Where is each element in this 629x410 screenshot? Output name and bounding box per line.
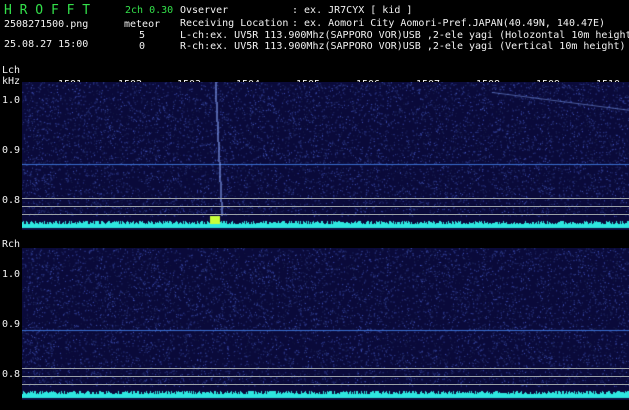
location-value: : ex. Aomori City Aomori-Pref.JAPAN(40.4… (292, 18, 606, 29)
rch-gridline (22, 384, 629, 385)
rch-gridline (22, 376, 629, 377)
lch-count: 5 (139, 30, 146, 41)
lch-waterfall (22, 82, 629, 230)
lch-setup-text: L-ch:ex. UV5R 113.900Mhz(SAPPORO VOR)USB… (180, 30, 629, 41)
lch-gridline (22, 198, 629, 199)
lch-gridline (22, 206, 629, 207)
rch-setup-text: R-ch:ex. UV5R 113.900Mhz(SAPPORO VOR)USB… (180, 41, 626, 52)
rch-gridline (22, 368, 629, 369)
lch-freq-tick: 1.0 (2, 95, 21, 106)
observer-value: : ex. JR7CYX [ kid ] (292, 5, 413, 16)
filename-label: 2508271500.png (4, 19, 89, 30)
lch-axis-label: Lch (2, 65, 21, 76)
rch-waterfall (22, 248, 629, 400)
rch-freq-tick: 1.0 (2, 269, 21, 280)
rch-freq-tick: 0.9 (2, 319, 21, 330)
datetime-label: 25.08.27 15:00 (4, 39, 89, 50)
observer-label: Ovserver (180, 5, 229, 16)
app-title: H R O F F T (4, 3, 91, 18)
location-label: Receiving Location (180, 18, 289, 29)
lch-freq-tick: 0.8 (2, 195, 21, 206)
rch-freq-tick: 0.8 (2, 369, 21, 380)
version-label: 2ch 0.30 (125, 5, 174, 16)
lch-gridline (22, 214, 629, 215)
mode-label: meteor (124, 19, 161, 30)
rch-count: 0 (139, 41, 146, 52)
khz-unit-label: kHz (2, 76, 21, 87)
lch-freq-tick: 0.9 (2, 145, 21, 156)
rch-axis-label: Rch (2, 239, 21, 250)
